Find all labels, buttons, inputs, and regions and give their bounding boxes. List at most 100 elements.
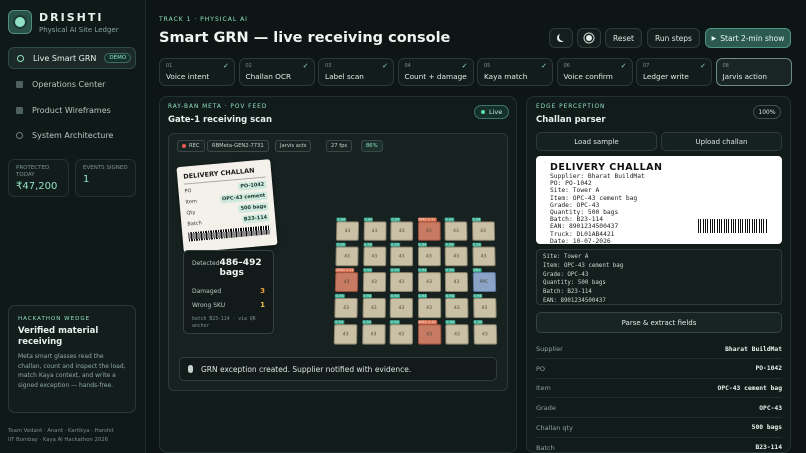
cement-bag: 0.94 43 bbox=[472, 221, 495, 240]
stat-protected-today: PROTECTED TODAY ₹47,200 bbox=[8, 159, 69, 197]
theme-toggle-button[interactable] bbox=[549, 28, 573, 48]
step-07[interactable]: 07 Ledger write ✓ bbox=[636, 58, 712, 86]
stat-value: 1 bbox=[83, 174, 128, 185]
field-value: Bharat BuildMat bbox=[725, 346, 782, 353]
confidence-tag: 0.94 bbox=[363, 243, 373, 247]
detection-note: batch B23-114 · via QR anchor bbox=[192, 316, 265, 330]
hackathon-wedge-card: HACKATHON WEDGE Verified material receiv… bbox=[8, 305, 136, 413]
bag-label: 43 bbox=[454, 280, 460, 285]
sidebar-item-system-architecture[interactable]: System Architecture bbox=[8, 124, 136, 146]
live-label: Live bbox=[489, 108, 502, 116]
confidence-tag: DMG 0.91 bbox=[335, 268, 354, 272]
confidence-tag: 0.94 bbox=[445, 218, 455, 222]
load-sample-button[interactable]: Load sample bbox=[536, 132, 657, 151]
cement-bag: 0.94 43 bbox=[334, 324, 358, 344]
rec-label: REC bbox=[189, 143, 200, 149]
step-04[interactable]: 04 Count + damage ✓ bbox=[398, 58, 474, 86]
step-05[interactable]: 05 Kaya match ✓ bbox=[477, 58, 553, 86]
bag-label: 43 bbox=[371, 305, 377, 310]
brand: DRISHTI Physical AI Site Ledger bbox=[8, 10, 119, 34]
bag-label: 43 bbox=[398, 332, 404, 337]
challan-row-key: Qty bbox=[186, 210, 195, 217]
confidence-tag: SKU bbox=[472, 268, 481, 272]
run-steps-button[interactable]: Run steps bbox=[647, 28, 700, 48]
cement-bag: 0.94 43 bbox=[417, 298, 440, 318]
bag-label: 43 bbox=[399, 229, 405, 234]
ocr-text-area[interactable]: Site: Tower A Item: OPC-43 cement bag Grad… bbox=[536, 249, 782, 305]
check-icon: ✓ bbox=[462, 62, 468, 70]
field-key: Item bbox=[536, 384, 551, 392]
bag-label: 43 bbox=[344, 254, 350, 259]
sidebar-item-product-wireframes[interactable]: Product Wireframes bbox=[8, 99, 136, 121]
bag-label: 43 bbox=[453, 229, 459, 234]
damaged-value: 3 bbox=[260, 287, 265, 295]
bag-label: 43 bbox=[426, 332, 432, 337]
field-key: PO bbox=[536, 365, 545, 373]
cement-bag: 0.94 43 bbox=[445, 298, 468, 318]
challan-row-key: PO bbox=[184, 188, 191, 195]
sidebar-item-operations-center[interactable]: Operations Center bbox=[8, 73, 136, 95]
damaged-bag: DMG 0.91 43 bbox=[417, 324, 440, 344]
detected-value: 486–492 bags bbox=[220, 258, 265, 278]
ocr-line: Grade: OPC-43 bbox=[543, 271, 775, 280]
confidence-tag: 0.94 bbox=[473, 320, 483, 324]
field-value: OPC-43 cement bag bbox=[718, 385, 782, 392]
bag-label: 43 bbox=[372, 229, 378, 234]
check-icon: ✓ bbox=[621, 62, 627, 70]
reset-button[interactable]: Reset bbox=[605, 28, 642, 48]
field-row: PO PO-1042 bbox=[536, 360, 782, 379]
start-show-button[interactable]: ▶ Start 2-min show bbox=[705, 28, 791, 48]
confidence-tag: 0.94 bbox=[445, 268, 455, 272]
wrong-sku-bag: SKU PPC bbox=[472, 272, 495, 292]
check-icon: ✓ bbox=[541, 62, 547, 70]
step-02[interactable]: 02 Challan OCR ✓ bbox=[239, 58, 315, 86]
field-key: Grade bbox=[536, 404, 556, 412]
parse-extract-button[interactable]: Parse & extract fields bbox=[536, 312, 782, 333]
step-03[interactable]: 03 Label scan ✓ bbox=[318, 58, 394, 86]
field-key: Batch bbox=[536, 444, 555, 452]
confidence-chip: 86% bbox=[361, 140, 383, 152]
detected-row: Detected 486–492 bags bbox=[192, 258, 265, 278]
cement-bag: 0.94 43 bbox=[445, 247, 468, 267]
doc-line: Site: Tower A bbox=[550, 187, 768, 194]
ocr-line: Site: Tower A bbox=[543, 253, 775, 262]
confidence-tag: 0.94 bbox=[418, 243, 428, 247]
cement-bag: 0.94 43 bbox=[445, 272, 468, 292]
confidence-tag: DMG 0.91 bbox=[417, 320, 437, 324]
step-label: Kaya match bbox=[484, 72, 546, 81]
step-08[interactable]: 08 Jarvis action bbox=[716, 58, 792, 86]
confidence-tag: DMG 0.91 bbox=[418, 218, 437, 222]
confidence-tag: 0.94 bbox=[336, 243, 346, 247]
bag-label: 43 bbox=[345, 229, 351, 234]
camera-feed: REC RBMeta-GEN2-7731 Jarvis acts 27 fps … bbox=[168, 133, 508, 391]
stat-label: PROTECTED TODAY bbox=[16, 165, 61, 179]
barcode-icon bbox=[698, 219, 768, 233]
confidence-tag: 0.94 bbox=[334, 320, 344, 324]
field-value: B23-114 bbox=[755, 444, 782, 451]
sidebar-item-live-smart-grn[interactable]: Live Smart GRN DEMO bbox=[8, 47, 136, 69]
field-value: OPC-43 bbox=[759, 405, 782, 412]
track-label: TRACK 1 · PHYSICAL AI bbox=[159, 16, 248, 23]
upload-challan-button[interactable]: Upload challan bbox=[661, 132, 782, 151]
live-badge[interactable]: Live bbox=[474, 105, 509, 119]
step-label: Label scan bbox=[325, 72, 387, 81]
event-line: IIT Bombay · Kaya AI Hackathon 2026 bbox=[8, 437, 108, 443]
bag-label: 43 bbox=[371, 254, 377, 259]
toast-text: GRN exception created. Supplier notified… bbox=[201, 365, 411, 374]
confidence-tag: 0.94 bbox=[445, 243, 455, 247]
ocr-line: Quantity: 500 bags bbox=[543, 279, 775, 288]
step-01[interactable]: 01 Voice intent ✓ bbox=[159, 58, 235, 86]
brightness-button[interactable] bbox=[577, 28, 601, 48]
wedge-tag: HACKATHON WEDGE bbox=[18, 316, 126, 322]
check-icon: ✓ bbox=[700, 62, 706, 70]
field-row: Item OPC-43 cement bag bbox=[536, 379, 782, 398]
challan-overlay-card: DELIVERY CHALLAN PO PO-1042 Item OPC-43 ce… bbox=[176, 159, 277, 253]
step-06[interactable]: 06 Voice confirm ✓ bbox=[557, 58, 633, 86]
ocr-line: Item: OPC-43 cement bag bbox=[543, 262, 775, 271]
cement-bag: 0.94 43 bbox=[362, 272, 385, 292]
field-row: Challan qty 500 bags bbox=[536, 419, 782, 438]
challan-row-value: B23-114 bbox=[242, 213, 270, 223]
field-key: Supplier bbox=[536, 345, 563, 353]
cement-bag: 0.94 43 bbox=[390, 272, 413, 292]
bag-label: 43 bbox=[481, 254, 487, 259]
